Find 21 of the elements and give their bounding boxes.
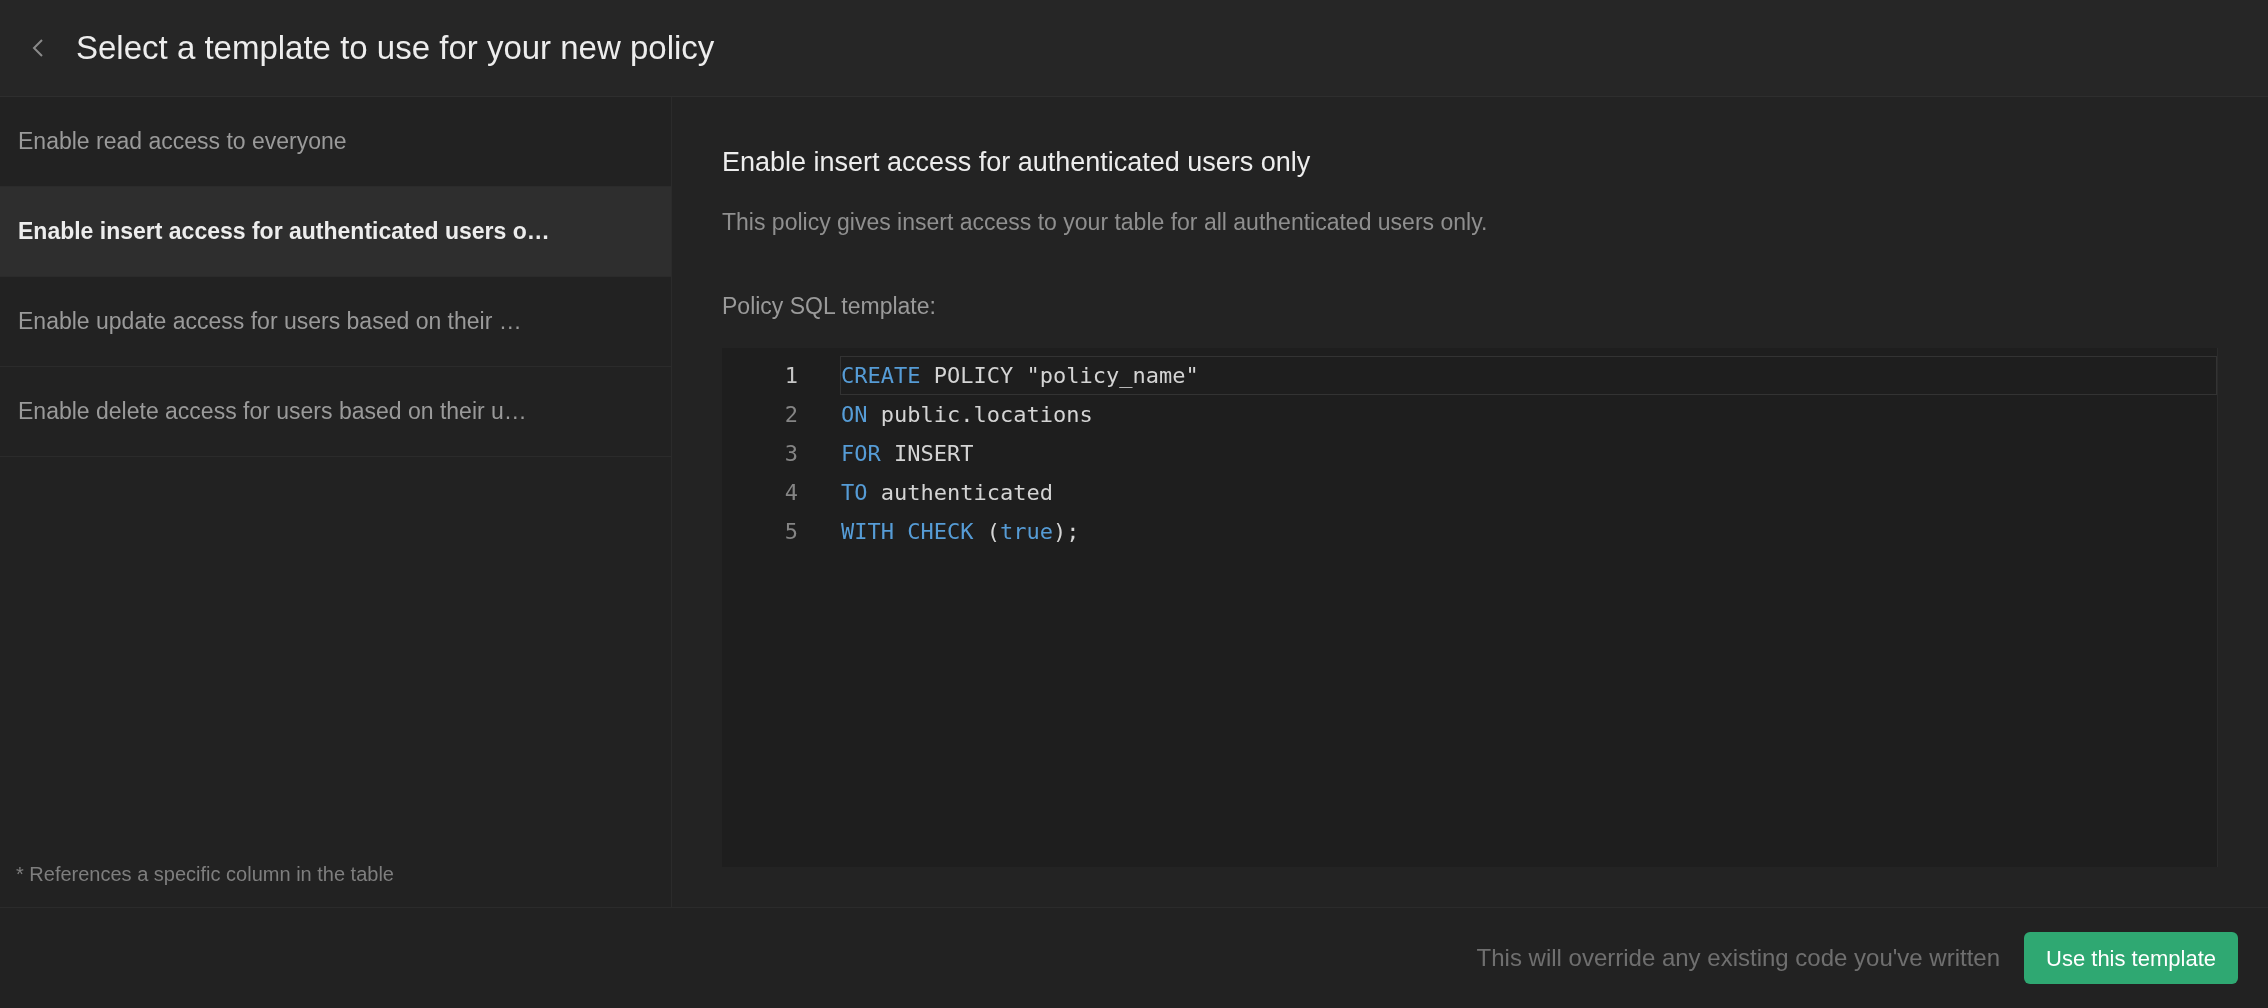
dialog-title: Select a template to use for your new policy	[76, 28, 715, 69]
line-number: 4	[783, 478, 798, 507]
code-line: FOR INSERT	[840, 439, 975, 468]
code-line: WITH CHECK (true);	[840, 517, 1081, 546]
footnote-text: * References a specific column in the table	[15, 862, 395, 887]
template-description: This policy gives insert access to your table for all authenticated users only.	[722, 207, 1489, 237]
code-line: TO authenticated	[840, 478, 1054, 507]
template-title: Enable insert access for authenticated users only	[722, 146, 1312, 179]
code-label: Policy SQL template:	[722, 292, 937, 321]
chevron-left-icon	[32, 38, 44, 58]
override-warning: This will override any existing code you've written	[1476, 943, 2001, 973]
template-item[interactable]: Enable insert access for authenticated users o…	[0, 187, 671, 277]
code-line: ON public.locations	[840, 400, 1094, 429]
line-number: 2	[783, 400, 798, 429]
line-number: 3	[783, 439, 798, 468]
line-number: 5	[783, 517, 798, 546]
line-number: 1	[783, 361, 798, 390]
use-template-button[interactable]: Use this template	[2024, 932, 2238, 984]
template-item[interactable]: Enable delete access for users based on their u…	[0, 367, 671, 457]
template-item[interactable]: Enable update access for users based on their …	[0, 277, 671, 367]
code-editor[interactable]: 1 CREATE POLICY "policy_name" 2 ON public.locations 3 FOR INSERT 4 TO authenticated 5 WITH CHECK (true);	[722, 347, 2218, 867]
